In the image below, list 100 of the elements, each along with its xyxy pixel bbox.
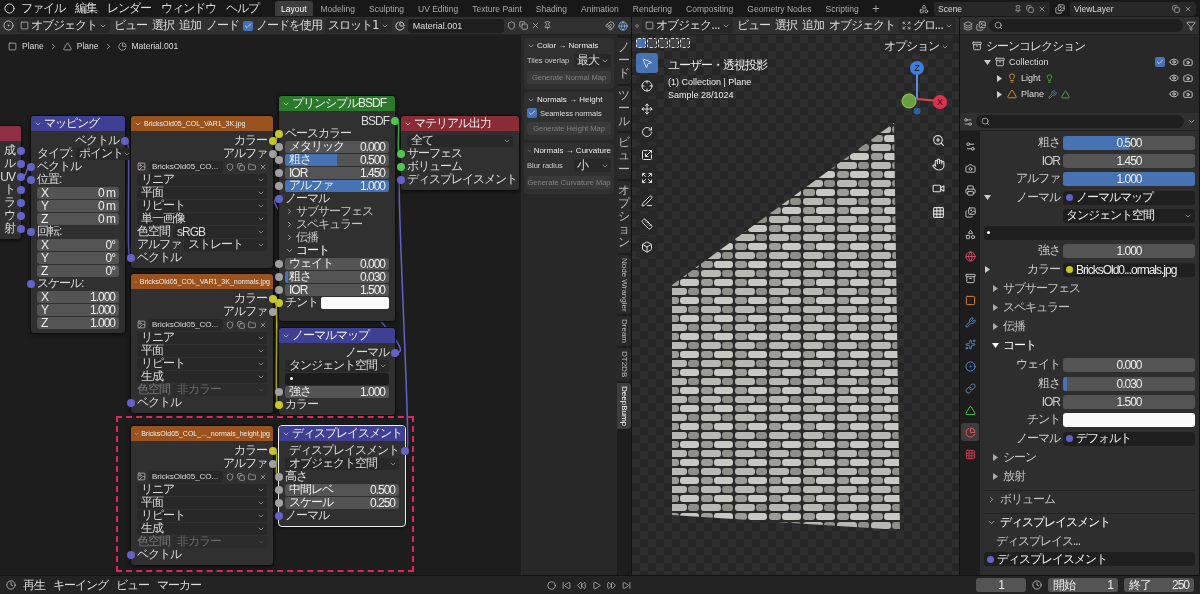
workspace-tab[interactable]: Modeling xyxy=(314,1,362,16)
menu-item[interactable]: オブジェクト xyxy=(827,17,896,34)
panel-header[interactable]: Normals → Curvature xyxy=(527,146,611,155)
link-field[interactable]: デフォルト xyxy=(1063,431,1195,446)
number-field[interactable]: Z 1.000 xyxy=(37,316,119,329)
number-field[interactable]: 1.000 xyxy=(1063,171,1195,186)
dropdown[interactable]: 単一画像 xyxy=(137,212,267,225)
panel-toggle[interactable]: シーン xyxy=(984,449,1036,466)
sidebar-tab[interactable]: DT2DB xyxy=(617,348,631,381)
node-panel[interactable]: ディスプレイスメント ディスプレイスメント オブジェクト空間 高さ 中間レベ 0.500 スケール 0.250 ノーマル xyxy=(278,425,406,527)
orientation-dropdown[interactable]: グロ... xyxy=(898,18,956,33)
dropdown[interactable]: リニア xyxy=(137,331,267,344)
number-field[interactable]: 0.030 xyxy=(1063,376,1195,391)
sidebar-tab[interactable]: ビュー xyxy=(617,133,631,179)
checkbox-label[interactable]: ノードを使用 xyxy=(256,17,322,34)
dropdown[interactable]: リニア xyxy=(137,173,267,186)
number-field[interactable]: X 0° xyxy=(37,238,119,251)
panel-toggle[interactable]: サブサーフェス xyxy=(285,203,373,220)
sidebar-tab[interactable]: Dream xyxy=(617,316,631,347)
menu-item[interactable]: ビュー xyxy=(115,576,150,594)
menu-item[interactable]: ビュー xyxy=(113,17,148,34)
number-field[interactable]: アルファ 1.000 xyxy=(285,179,389,192)
number-field[interactable]: IOR 1.450 xyxy=(285,166,389,179)
number-field[interactable]: 粗さ 0.030 xyxy=(285,270,389,283)
node-header[interactable]: マテリアル出力 xyxy=(401,116,519,131)
menu-item[interactable]: 追加 xyxy=(800,17,825,34)
outliner-item[interactable]: Plane xyxy=(1021,89,1045,99)
workspace-tab[interactable]: Scripting xyxy=(819,1,865,16)
link-field[interactable]: ディスプレイスメント xyxy=(984,552,1195,566)
breadcrumb-item[interactable]: Material.001 xyxy=(131,41,179,51)
number-field[interactable]: メタリック 0.000 xyxy=(285,140,389,153)
number-field[interactable]: 1.450 xyxy=(1063,153,1195,168)
menu-item[interactable]: 選択 xyxy=(773,17,798,34)
number-field[interactable]: Y 1.000 xyxy=(37,303,119,316)
dropdown[interactable]: ストレート xyxy=(184,238,267,251)
node-panel[interactable]: マテリアル出力 全て サーフェス ボリューム ディスプレイスメント xyxy=(400,115,520,191)
dropdown[interactable]: タンジェント空間 xyxy=(285,359,389,372)
workspace-tab[interactable]: Compositing xyxy=(680,1,740,16)
number-field[interactable]: Z 0° xyxy=(37,264,119,277)
number-field[interactable]: Y 0 m xyxy=(37,199,119,212)
panel-toggle[interactable]: 伝播 xyxy=(984,318,1025,335)
workspace-tab[interactable]: Geometry Nodes xyxy=(741,1,818,16)
workspace-tab[interactable]: Layout xyxy=(275,1,313,16)
panel-toggle[interactable]: サブサーフェス xyxy=(984,280,1080,297)
panel-toggle[interactable]: スペキュラー xyxy=(984,299,1069,316)
dropdown[interactable]: リピート xyxy=(137,199,267,212)
node-panel[interactable]: プリンシプルBSDF BSDF ベースカラー メタリック 0.000 粗さ 0.500 IOR 1.450 アルファ 1.000 ノーマル サブサーフェス スペキュラー 伝播 コート ウェイト 0.000 粗さ 0.030 IOR 1.500 チント xyxy=(278,95,396,322)
options-button[interactable]: オプション xyxy=(880,39,953,54)
current-frame-field[interactable]: 1 xyxy=(976,578,1026,592)
node-header[interactable]: ディスプレイスメント xyxy=(279,426,405,441)
menu-item[interactable]: 再生 xyxy=(22,576,46,594)
sidebar-tab[interactable]: ノード xyxy=(617,38,631,84)
panel-header[interactable]: Normals → Height xyxy=(527,95,611,104)
scene-field[interactable]: Scene xyxy=(934,1,1050,16)
link-field[interactable]: ノーマルマップ xyxy=(1063,190,1195,205)
number-field[interactable]: 0.000 xyxy=(1063,357,1195,372)
dropdown[interactable]: 生成 xyxy=(137,522,267,535)
section-header[interactable]: ディスプレイスメント xyxy=(984,513,1195,531)
menu-item[interactable]: レンダー xyxy=(103,0,155,17)
dropdown[interactable]: オブジェクト空間 xyxy=(285,457,399,470)
slot-dropdown[interactable]: スロット1 xyxy=(325,18,392,33)
dropdown[interactable]: 生成 xyxy=(137,370,267,383)
workspace-tab[interactable]: Shading xyxy=(529,1,573,16)
panel-toggle[interactable]: 放射 xyxy=(984,468,1025,485)
menu-item[interactable]: ノード xyxy=(205,17,240,34)
number-field[interactable]: IOR 1.500 xyxy=(285,283,389,296)
material-field[interactable]: Material.001 xyxy=(407,18,504,33)
menu-item[interactable]: 選択 xyxy=(151,17,175,34)
dropdown[interactable]: 平面 xyxy=(137,344,267,357)
frame-end-field[interactable]: 終了 250 xyxy=(1124,578,1194,592)
workspace-tab[interactable]: Rendering xyxy=(626,1,679,16)
menu-item[interactable]: キーイング xyxy=(52,576,109,594)
mode-dropdown[interactable]: オブジェク... xyxy=(642,18,733,33)
menu-item[interactable]: 追加 xyxy=(178,17,202,34)
image-name-field[interactable]: BricksOld05_CO... xyxy=(149,470,223,483)
outliner-item[interactable]: Collection xyxy=(1009,57,1049,67)
dropdown[interactable]: 小 xyxy=(574,159,611,172)
number-field[interactable]: スケール 0.250 xyxy=(285,496,399,509)
workspace-tab[interactable]: Texture Paint xyxy=(466,1,528,16)
menu-item[interactable]: ファイル xyxy=(17,0,69,17)
menu-item[interactable]: ウィンドウ xyxy=(157,0,220,17)
panel-header[interactable]: Color → Normals xyxy=(527,41,611,50)
section-header[interactable]: ボリューム xyxy=(984,490,1195,508)
node-header[interactable]: プリンシプルBSDF xyxy=(279,96,395,111)
number-field[interactable]: 1.500 xyxy=(1063,394,1195,409)
number-field[interactable]: 1.000 xyxy=(1063,243,1195,258)
outliner-root[interactable]: シーンコレクション xyxy=(986,37,1085,55)
sidebar-tab[interactable]: ツール xyxy=(617,85,631,132)
add-tab-button[interactable]: + xyxy=(866,3,885,14)
menu-item[interactable]: マーカー xyxy=(156,576,202,594)
number-field[interactable]: Y 0° xyxy=(37,251,119,264)
menu-item[interactable]: ビュー xyxy=(735,17,771,34)
sidebar-tab[interactable]: Node Wrangler xyxy=(617,254,631,315)
dropdown[interactable]: リピート xyxy=(137,509,267,522)
workspace-tab[interactable]: Sculpting xyxy=(363,1,410,16)
number-field[interactable]: ウェイト 0.000 xyxy=(285,257,389,270)
dropdown[interactable]: 平面 xyxy=(137,496,267,509)
number-field[interactable]: 強さ 1.000 xyxy=(285,385,389,398)
dropdown[interactable]: 全て xyxy=(407,134,513,147)
mode-dropdown[interactable]: オブジェクト xyxy=(17,18,110,33)
